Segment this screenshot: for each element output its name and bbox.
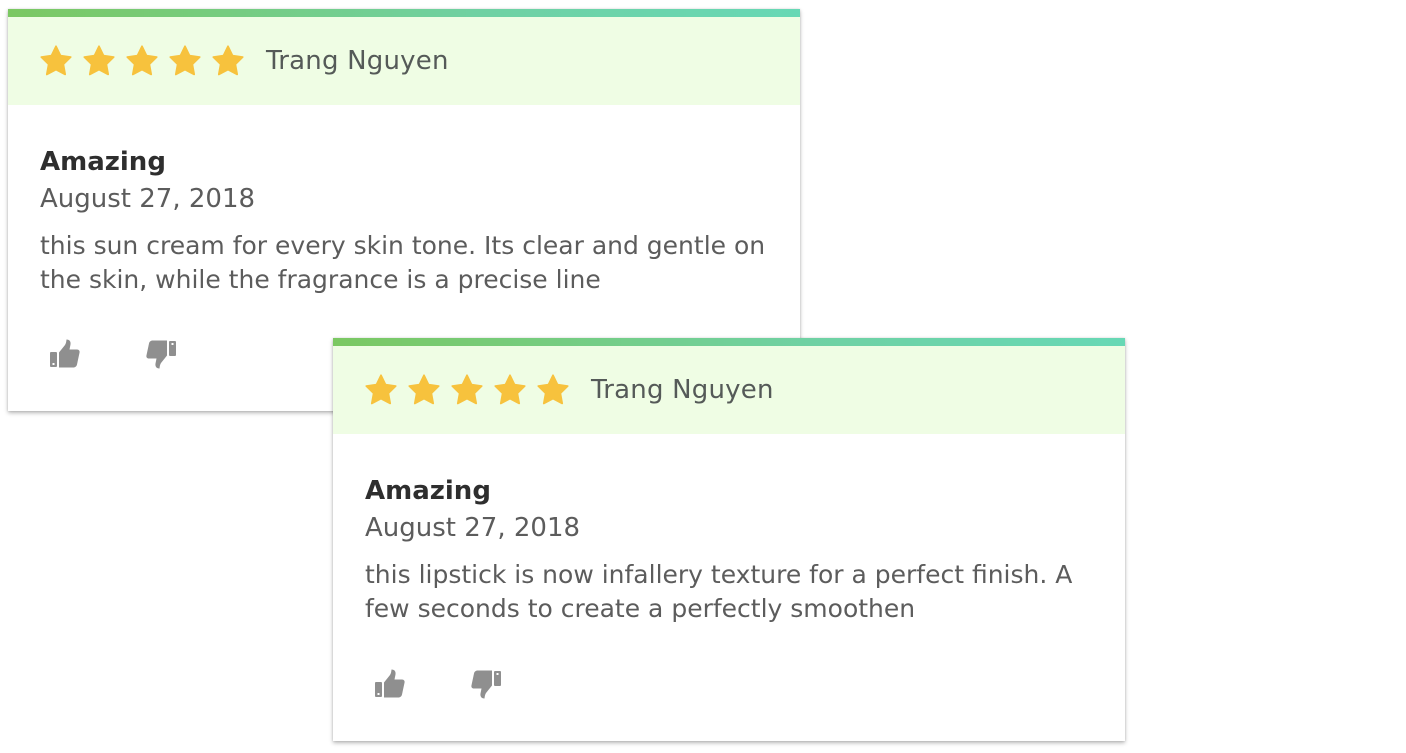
star-icon — [450, 373, 484, 407]
review-date: August 27, 2018 — [365, 513, 581, 543]
reviewer-name: Trang Nguyen — [266, 46, 449, 76]
review-card: Trang Nguyen Amazing August 27, 2018 thi… — [333, 338, 1125, 741]
review-header: Trang Nguyen — [333, 346, 1125, 434]
star-icon — [211, 44, 245, 78]
reviewer-name: Trang Nguyen — [591, 375, 774, 405]
review-actions — [48, 337, 178, 371]
thumbs-up-icon[interactable] — [373, 667, 407, 701]
thumbs-down-icon[interactable] — [144, 337, 178, 371]
thumbs-down-icon[interactable] — [469, 667, 503, 701]
star-icon — [168, 44, 202, 78]
review-actions — [373, 667, 503, 701]
star-icon — [493, 373, 527, 407]
thumbs-up-icon[interactable] — [48, 337, 82, 371]
accent-bar — [8, 9, 800, 17]
review-date: August 27, 2018 — [40, 184, 256, 214]
review-text: this lipstick is now infallery texture f… — [365, 560, 1073, 623]
star-rating — [364, 373, 579, 407]
accent-bar — [333, 338, 1125, 346]
star-icon — [407, 373, 441, 407]
star-icon — [364, 373, 398, 407]
review-text: this sun cream for every skin tone. Its … — [40, 231, 766, 294]
star-icon — [536, 373, 570, 407]
star-icon — [39, 44, 73, 78]
review-body: Amazing August 27, 2018 this lipstick is… — [333, 434, 1125, 626]
star-icon — [125, 44, 159, 78]
star-icon — [82, 44, 116, 78]
star-rating — [39, 44, 254, 78]
review-body: Amazing August 27, 2018 this sun cream f… — [8, 105, 800, 297]
review-title: Amazing — [40, 147, 166, 177]
review-header: Trang Nguyen — [8, 17, 800, 105]
review-title: Amazing — [365, 476, 491, 506]
